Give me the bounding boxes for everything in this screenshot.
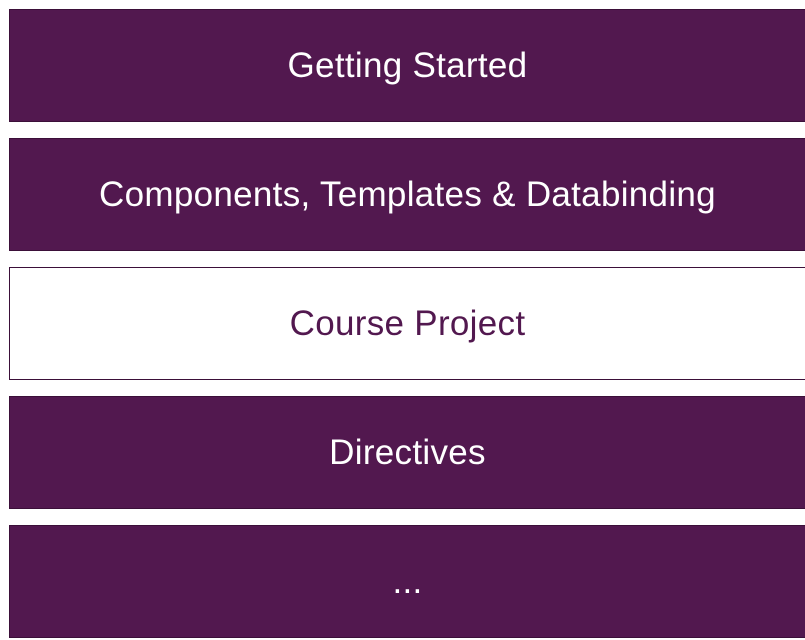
block-directives: Directives [9,396,805,509]
block-label: ... [392,561,423,601]
block-getting-started: Getting Started [9,9,805,122]
block-label: Getting Started [287,45,528,85]
block-components-templates-databinding: Components, Templates & Databinding [9,138,805,251]
block-ellipsis: ... [9,525,805,638]
course-outline-diagram: Getting Started Components, Templates & … [0,0,805,640]
block-course-project: Course Project [9,267,805,380]
block-label: Components, Templates & Databinding [99,174,716,214]
block-label: Directives [329,432,486,472]
block-label: Course Project [289,303,526,343]
